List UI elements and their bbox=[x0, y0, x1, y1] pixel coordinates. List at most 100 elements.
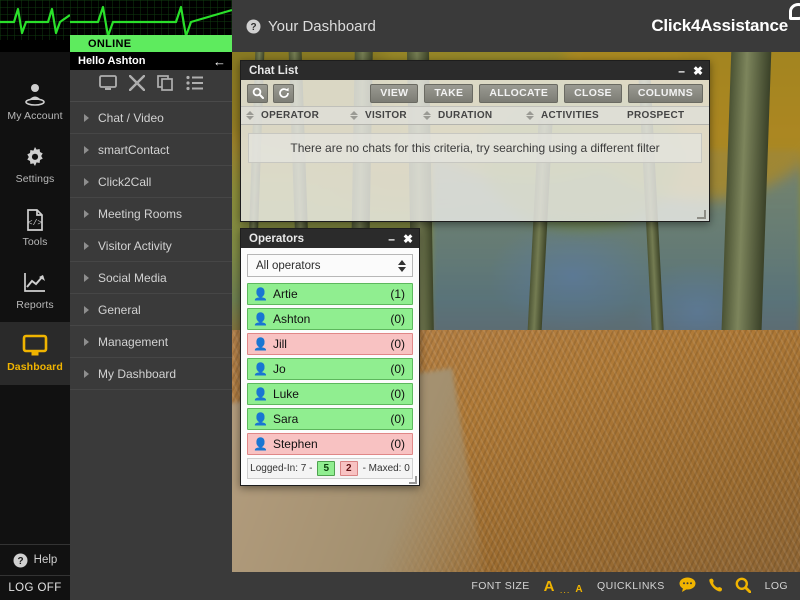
operator-name: Stephen bbox=[272, 437, 318, 451]
menu-item-meeting-rooms[interactable]: Meeting Rooms bbox=[70, 198, 232, 230]
column-header-visitor[interactable]: VISITOR bbox=[363, 107, 418, 124]
view-button[interactable]: VIEW bbox=[370, 83, 419, 103]
sort-handle[interactable] bbox=[350, 111, 358, 120]
operators-window[interactable]: Operators – ✖ All operators 👤 Artie (1) … bbox=[240, 228, 420, 486]
online-status-bar: ONLINE bbox=[70, 0, 232, 52]
sort-handle[interactable] bbox=[246, 111, 254, 120]
font-size-control[interactable]: A ... A bbox=[544, 578, 583, 595]
font-size-small[interactable]: A bbox=[575, 584, 583, 595]
list-icon[interactable] bbox=[186, 75, 203, 96]
menu-item-my-dashboard[interactable]: My Dashboard bbox=[70, 358, 232, 390]
menu-item-chat-video[interactable]: Chat / Video bbox=[70, 102, 232, 134]
sidebar-item-tools[interactable]: </> Tools bbox=[0, 196, 70, 259]
operator-name: Ashton bbox=[272, 312, 311, 326]
operator-count: (0) bbox=[390, 312, 405, 326]
refresh-icon[interactable] bbox=[273, 83, 294, 103]
page-title-text: Your Dashboard bbox=[268, 17, 376, 35]
operator-count: (0) bbox=[390, 387, 405, 401]
sidebar-item-dashboard[interactable]: Dashboard bbox=[0, 322, 70, 385]
sidebar-item-my-account[interactable]: My Account bbox=[0, 70, 70, 133]
font-size-dots: ... bbox=[559, 584, 571, 595]
ecg-waveform-icon bbox=[0, 0, 70, 52]
chat-list-titlebar[interactable]: Chat List – ✖ bbox=[241, 61, 709, 80]
log-label[interactable]: LOG bbox=[765, 580, 788, 592]
operators-filter-select[interactable]: All operators bbox=[247, 254, 413, 277]
menu-item-label: Meeting Rooms bbox=[98, 206, 183, 221]
operators-status-bar: Logged-In: 7 - 5 2 - Maxed: 0 bbox=[247, 458, 413, 479]
page-title: ? Your Dashboard bbox=[246, 18, 376, 35]
menu-item-social-media[interactable]: Social Media bbox=[70, 262, 232, 294]
allocate-button[interactable]: ALLOCATE bbox=[479, 83, 559, 103]
operator-name: Luke bbox=[272, 387, 299, 401]
chevron-right-icon bbox=[84, 337, 89, 346]
user-icon: 👤 bbox=[253, 412, 268, 426]
operator-row-luke[interactable]: 👤 Luke (0) bbox=[247, 383, 413, 405]
search-icon[interactable] bbox=[247, 83, 268, 103]
chat-list-empty-message: There are no chats for this criteria, tr… bbox=[248, 133, 702, 163]
monitor-icon[interactable] bbox=[99, 75, 117, 96]
search-icon[interactable] bbox=[735, 577, 752, 596]
menu-item-label: My Dashboard bbox=[98, 366, 177, 381]
copy-icon[interactable] bbox=[157, 75, 174, 96]
chat-list-actions: VIEW TAKE ALLOCATE CLOSE COLUMNS bbox=[370, 83, 703, 103]
take-button[interactable]: TAKE bbox=[424, 83, 474, 103]
logoff-button[interactable]: LOG OFF bbox=[0, 575, 70, 600]
column-header-duration[interactable]: DURATION bbox=[436, 107, 521, 124]
code-file-icon: </> bbox=[27, 209, 43, 231]
phone-icon[interactable] bbox=[708, 577, 723, 595]
menu-tools-row bbox=[70, 70, 232, 102]
chart-up-icon bbox=[24, 273, 45, 292]
close-icon[interactable]: ✖ bbox=[403, 233, 413, 245]
chat-bubble-icon[interactable] bbox=[679, 577, 696, 595]
sidebar-item-label: Settings bbox=[15, 173, 55, 185]
column-header-prospect[interactable]: PROSPECT bbox=[627, 107, 684, 124]
resize-handle[interactable] bbox=[409, 476, 417, 484]
menu-item-click2call[interactable]: Click2Call bbox=[70, 166, 232, 198]
columns-button[interactable]: COLUMNS bbox=[627, 83, 703, 103]
user-icon bbox=[25, 84, 45, 106]
operators-titlebar[interactable]: Operators – ✖ bbox=[241, 229, 419, 248]
menu-item-smartcontact[interactable]: smartContact bbox=[70, 134, 232, 166]
menu-item-general[interactable]: General bbox=[70, 294, 232, 326]
resize-handle[interactable] bbox=[697, 210, 706, 219]
close-button[interactable]: CLOSE bbox=[564, 83, 622, 103]
font-size-large[interactable]: A bbox=[544, 578, 555, 595]
chevron-right-icon bbox=[84, 177, 89, 186]
column-header-activities[interactable]: ACTIVITIES bbox=[539, 107, 627, 124]
sort-handle[interactable] bbox=[526, 111, 534, 120]
sidebar-item-settings[interactable]: Settings bbox=[0, 133, 70, 196]
arrow-left-icon[interactable]: ← bbox=[213, 55, 226, 68]
status-suffix: - Maxed: 0 bbox=[362, 463, 410, 474]
operator-row-sara[interactable]: 👤 Sara (0) bbox=[247, 408, 413, 430]
operator-row-jill[interactable]: 👤 Jill (0) bbox=[247, 333, 413, 355]
quicklinks-label: QUICKLINKS bbox=[597, 580, 665, 592]
column-header-operator[interactable]: OPERATOR bbox=[259, 107, 345, 124]
chevron-right-icon bbox=[84, 305, 89, 314]
question-circle-icon: ? bbox=[13, 553, 28, 567]
menu-item-management[interactable]: Management bbox=[70, 326, 232, 358]
operator-row-stephen[interactable]: 👤 Stephen (0) bbox=[247, 433, 413, 455]
brand-logo-text: Click4Assistance bbox=[651, 16, 788, 35]
sort-handle[interactable] bbox=[423, 111, 431, 120]
menu-item-visitor-activity[interactable]: Visitor Activity bbox=[70, 230, 232, 262]
operator-row-ashton[interactable]: 👤 Ashton (0) bbox=[247, 308, 413, 330]
svg-text:</>: </> bbox=[28, 219, 43, 228]
operator-row-artie[interactable]: 👤 Artie (1) bbox=[247, 283, 413, 305]
operator-name: Jill bbox=[272, 337, 287, 351]
logoff-label: LOG OFF bbox=[8, 582, 62, 594]
close-icon[interactable]: ✖ bbox=[693, 65, 703, 77]
expand-icon[interactable] bbox=[128, 74, 146, 96]
speech-bubble-icon bbox=[789, 3, 800, 20]
brand-logo: Click4Assistance bbox=[651, 3, 800, 36]
operator-row-jo[interactable]: 👤 Jo (0) bbox=[247, 358, 413, 380]
help-button[interactable]: ? Help bbox=[0, 544, 70, 575]
minimize-icon[interactable]: – bbox=[388, 233, 395, 245]
minimize-icon[interactable]: – bbox=[678, 65, 685, 77]
chat-list-window[interactable]: Chat List – ✖ VIEW TAKE ALLOCATE CLOSE C… bbox=[240, 60, 710, 222]
question-circle-icon[interactable]: ? bbox=[246, 19, 261, 34]
footer-bar: FONT SIZE A ... A QUICKLINKS LOG bbox=[232, 572, 800, 600]
user-icon: 👤 bbox=[253, 337, 268, 351]
user-icon: 👤 bbox=[253, 362, 268, 376]
chevron-right-icon bbox=[84, 145, 89, 154]
sidebar-item-reports[interactable]: Reports bbox=[0, 259, 70, 322]
